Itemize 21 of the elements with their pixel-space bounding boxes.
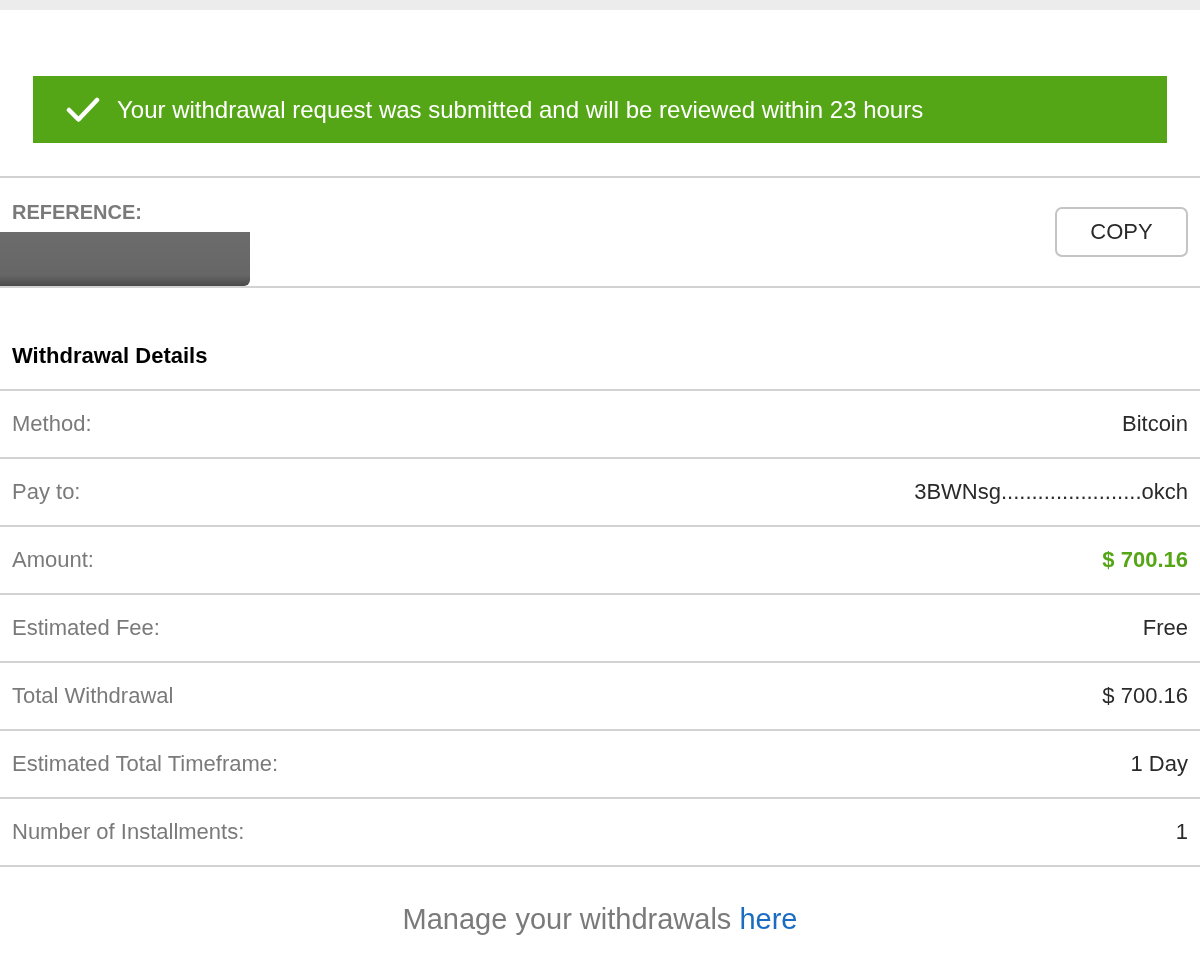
section-title: Withdrawal Details bbox=[12, 343, 208, 369]
detail-value: Bitcoin bbox=[1121, 411, 1188, 437]
detail-label: Method: bbox=[12, 411, 92, 437]
detail-value: 1 Day bbox=[1130, 751, 1188, 777]
detail-label: Estimated Fee: bbox=[12, 615, 160, 641]
detail-value: $ 700.16 bbox=[1102, 683, 1188, 709]
copy-button[interactable]: COPY bbox=[1055, 207, 1188, 257]
detail-label: Number of Installments: bbox=[12, 819, 245, 845]
detail-value: $ 700.16 bbox=[1102, 547, 1188, 573]
detail-label: Estimated Total Timeframe: bbox=[12, 751, 279, 777]
reference-label: REFERENCE: bbox=[12, 200, 143, 224]
detail-value: 3BWNsg.......................okch bbox=[914, 479, 1188, 505]
manage-withdrawals-text: Manage your withdrawals here bbox=[402, 903, 798, 937]
here-link[interactable]: here bbox=[739, 903, 798, 935]
detail-value: Free bbox=[1142, 615, 1188, 641]
detail-label: Total Withdrawal bbox=[12, 683, 174, 709]
checkmark-icon bbox=[66, 96, 100, 123]
detail-value: 1 bbox=[1175, 819, 1188, 845]
detail-label: Amount: bbox=[12, 547, 94, 573]
banner-message: Your withdrawal request was submitted and will be reviewed within 23 hours bbox=[117, 95, 924, 124]
detail-label: Pay to: bbox=[12, 479, 81, 505]
